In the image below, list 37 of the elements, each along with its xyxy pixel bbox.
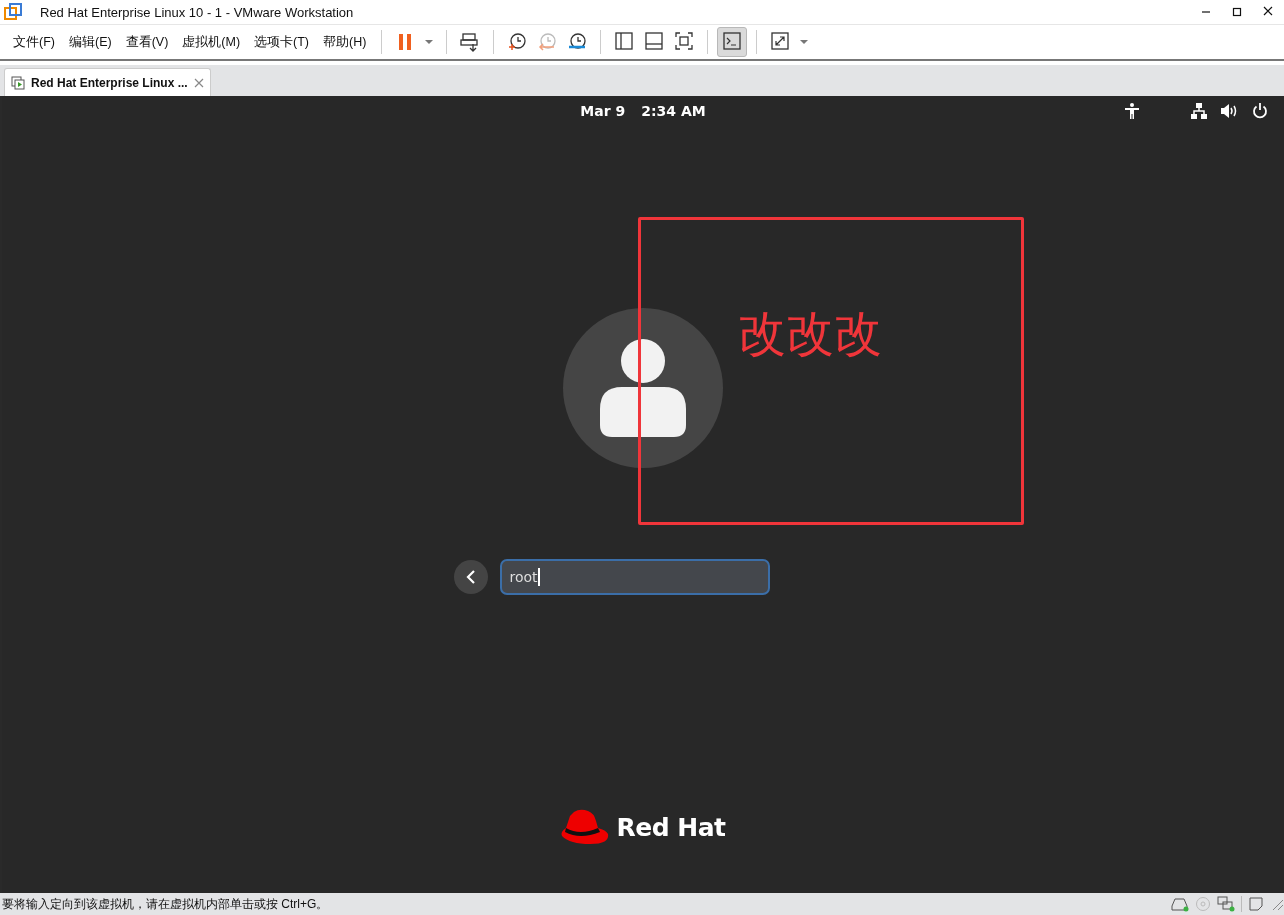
terminal-icon [722, 31, 743, 53]
menu-item[interactable]: 文件(F) [6, 29, 62, 55]
network-icon[interactable] [1191, 103, 1207, 119]
accessibility-icon[interactable] [1125, 103, 1139, 119]
expand-icon [770, 31, 791, 53]
caret-icon [425, 39, 434, 45]
time-label: 2:34 AM [641, 103, 706, 119]
caret-icon [800, 39, 809, 45]
user-silhouette-icon [600, 339, 686, 437]
fit-frame-icon [674, 31, 695, 53]
clock-plus-icon [507, 31, 528, 53]
clock-arrow-icon [537, 31, 558, 53]
sidebar-layout-icon [614, 31, 635, 53]
annotation-text: 改改改 [738, 306, 882, 362]
toolbar-button[interactable] [717, 27, 748, 57]
bottom-panel-layout-icon [644, 31, 665, 53]
vm-play-icon [11, 75, 25, 90]
resize-grip-icon[interactable] [1270, 897, 1284, 911]
menu-item[interactable]: 帮助(H) [316, 29, 374, 55]
power-icon[interactable] [1252, 103, 1268, 119]
menu-item[interactable]: 查看(V) [118, 29, 176, 55]
menu-item[interactable]: 编辑(E) [61, 29, 119, 55]
status-message: 要将输入定向到该虚拟机，请在虚拟机内部单击或按 Ctrl+G。 [2, 895, 330, 913]
date-label: Mar 9 [580, 103, 626, 119]
app-logo-icon [4, 3, 22, 21]
menu-item[interactable]: 选项卡(T) [247, 29, 317, 55]
tab-label: Red Hat Enterprise Linux ... [31, 75, 188, 90]
vm-tab[interactable]: Red Hat Enterprise Linux ... [4, 68, 211, 96]
chevron-left-icon [465, 570, 476, 584]
menu-item[interactable]: 虚拟机(M) [175, 29, 248, 55]
brand-wordmark: Red Hat [616, 812, 726, 842]
username-field[interactable]: root [499, 559, 770, 595]
back-button[interactable] [453, 560, 488, 594]
volume-icon[interactable] [1221, 103, 1238, 119]
note-icon[interactable] [1248, 896, 1264, 912]
network-adapter-icon[interactable] [1217, 896, 1235, 912]
window-title: Red Hat Enterprise Linux 10 - 1 - VMware Workstation [40, 4, 355, 20]
